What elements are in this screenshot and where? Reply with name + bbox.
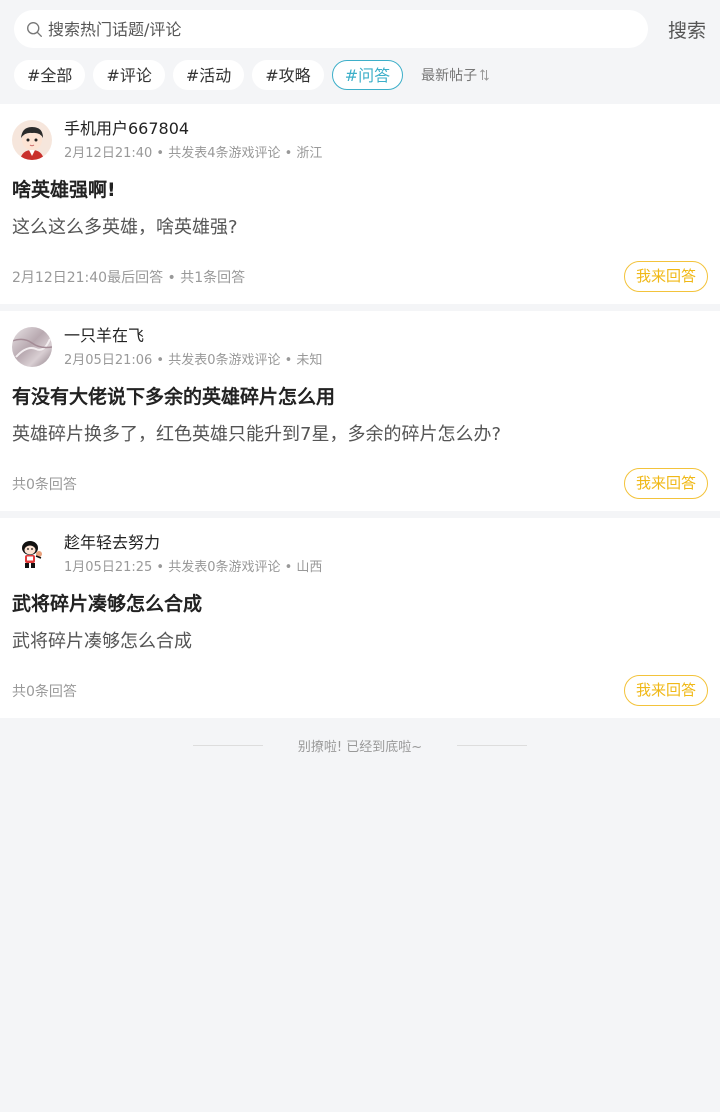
post-title[interactable]: 武将碎片凑够怎么合成 bbox=[12, 591, 708, 617]
post-footer: 2月12日21:40最后回答 • 共1条回答 我来回答 bbox=[12, 261, 708, 292]
tag-filter-row: #全部 #评论 #活动 #攻略 #问答 最新帖子 bbox=[14, 59, 706, 91]
divider bbox=[192, 744, 263, 746]
avatar[interactable] bbox=[12, 534, 52, 574]
post-title[interactable]: 啥英雄强啊! bbox=[12, 177, 708, 203]
post-header: 一只羊在飞 2月05日21:06 • 共发表0条游戏评论 • 未知 bbox=[12, 325, 708, 370]
end-of-list-text: 别撩啦! 已经到底啦~ bbox=[297, 739, 423, 755]
user-name[interactable]: 一只羊在飞 bbox=[64, 325, 322, 347]
sort-toggle[interactable]: 最新帖子 bbox=[421, 65, 489, 85]
user-meta: 2月05日21:06 • 共发表0条游戏评论 • 未知 bbox=[64, 353, 323, 368]
tag-review[interactable]: #评论 bbox=[93, 60, 165, 90]
post-header: 趁年轻去努力 1月05日21:25 • 共发表0条游戏评论 • 山西 bbox=[12, 532, 708, 577]
cartoon-character-avatar-icon bbox=[12, 534, 52, 574]
post-card[interactable]: 手机用户667804 2月12日21:40 • 共发表4条游戏评论 • 浙江 啥… bbox=[0, 104, 720, 304]
answer-button[interactable]: 我来回答 bbox=[623, 468, 708, 499]
answer-button[interactable]: 我来回答 bbox=[623, 261, 708, 292]
post-header: 手机用户667804 2月12日21:40 • 共发表4条游戏评论 • 浙江 bbox=[12, 118, 708, 163]
tag-guide[interactable]: #攻略 bbox=[252, 60, 324, 90]
search-box[interactable] bbox=[14, 10, 648, 48]
search-row: 搜索 bbox=[14, 10, 706, 48]
post-card[interactable]: 趁年轻去努力 1月05日21:25 • 共发表0条游戏评论 • 山西 武将碎片凑… bbox=[0, 518, 720, 718]
post-footer: 共0条回答 我来回答 bbox=[12, 468, 708, 499]
cartoon-boy-avatar-icon bbox=[12, 120, 52, 160]
search-input[interactable] bbox=[48, 19, 648, 39]
tag-all[interactable]: #全部 bbox=[14, 60, 86, 90]
answer-button[interactable]: 我来回答 bbox=[623, 675, 708, 706]
user-meta: 2月12日21:40 • 共发表4条游戏评论 • 浙江 bbox=[64, 146, 323, 161]
user-name[interactable]: 手机用户667804 bbox=[64, 118, 322, 140]
post-body: 这么这么多英雄，啥英雄强? bbox=[12, 217, 238, 238]
search-icon bbox=[27, 21, 42, 37]
post-body: 武将碎片凑够怎么合成 bbox=[12, 631, 192, 652]
avatar[interactable] bbox=[12, 327, 52, 367]
user-name[interactable]: 趁年轻去努力 bbox=[64, 532, 322, 554]
divider bbox=[457, 744, 528, 746]
sort-arrows-icon bbox=[480, 69, 489, 81]
search-button[interactable]: 搜索 bbox=[648, 16, 706, 43]
post-title[interactable]: 有没有大佬说下多余的英雄碎片怎么用 bbox=[12, 384, 708, 410]
post-stats: 2月12日21:40最后回答 • 共1条回答 bbox=[12, 269, 246, 286]
post-footer: 共0条回答 我来回答 bbox=[12, 675, 708, 706]
post-body: 英雄碎片换多了，红色英雄只能升到7星，多余的碎片怎么办? bbox=[12, 424, 502, 445]
tag-activity[interactable]: #活动 bbox=[172, 60, 245, 90]
tag-qa[interactable]: #问答 bbox=[331, 60, 404, 90]
avatar[interactable] bbox=[12, 120, 52, 160]
post-stats: 共0条回答 bbox=[12, 476, 77, 493]
post-card[interactable]: 一只羊在飞 2月05日21:06 • 共发表0条游戏评论 • 未知 有没有大佬说… bbox=[0, 311, 720, 511]
end-of-list-indicator: 别撩啦! 已经到底啦~ bbox=[0, 725, 720, 765]
sort-label: 最新帖子 bbox=[421, 68, 478, 84]
marble-photo-avatar-icon bbox=[12, 327, 52, 367]
post-stats: 共0条回答 bbox=[12, 683, 77, 700]
user-meta: 1月05日21:25 • 共发表0条游戏评论 • 山西 bbox=[64, 560, 323, 575]
top-bar: 搜索 #全部 #评论 #活动 #攻略 #问答 最新帖子 bbox=[0, 0, 720, 104]
